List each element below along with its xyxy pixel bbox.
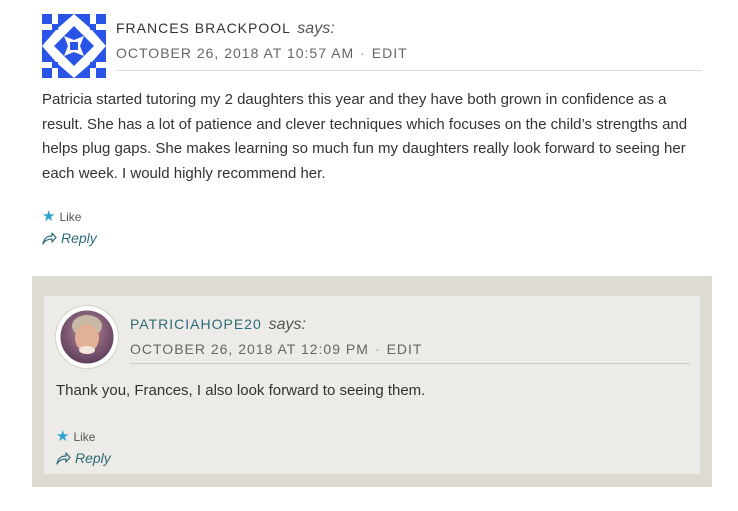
like-button[interactable]: ★ Like [56, 429, 95, 444]
user-photo-avatar [56, 306, 118, 368]
like-label: Like [73, 429, 96, 444]
edit-link[interactable]: EDIT [387, 341, 423, 357]
comment-meta: FRANCES BRACKPOOL says: OCTOBER 26, 2018… [116, 20, 702, 71]
star-icon: ★ [56, 428, 70, 445]
reply-label: Reply [61, 230, 97, 246]
reply-arrow-icon [42, 231, 57, 245]
reply-thread: PATRICIAHOPE20 says: OCTOBER 26, 2018 AT… [32, 276, 712, 487]
identicon-avatar [42, 14, 106, 78]
says-label: says: [268, 316, 306, 333]
edit-link[interactable]: EDIT [372, 45, 408, 61]
separator-dot: · [360, 45, 366, 61]
reply-label: Reply [75, 450, 111, 466]
comment-patriciahope20: PATRICIAHOPE20 says: OCTOBER 26, 2018 AT… [44, 296, 700, 474]
comment-text: Patricia started tutoring my 2 daughters… [42, 91, 688, 182]
star-icon: ★ [42, 208, 56, 225]
comment-meta: PATRICIAHOPE20 says: OCTOBER 26, 2018 AT… [130, 316, 690, 364]
says-label: says: [297, 20, 335, 37]
comment-date-link[interactable]: OCTOBER 26, 2018 AT 12:09 PM [130, 341, 369, 357]
reply-link[interactable]: Reply [56, 450, 111, 466]
reply-arrow-icon [56, 451, 71, 465]
comment-text: Thank you, Frances, I also look forward … [56, 382, 426, 399]
comment-author-link[interactable]: PATRICIAHOPE20 [130, 316, 262, 332]
separator-dot: · [374, 341, 381, 357]
reply-link[interactable]: Reply [42, 230, 97, 246]
comment-author[interactable]: FRANCES BRACKPOOL [116, 20, 290, 36]
like-button[interactable]: ★ Like [42, 209, 81, 224]
comment-date-link[interactable]: OCTOBER 26, 2018 AT 10:57 AM [116, 45, 354, 61]
like-label: Like [59, 209, 82, 224]
